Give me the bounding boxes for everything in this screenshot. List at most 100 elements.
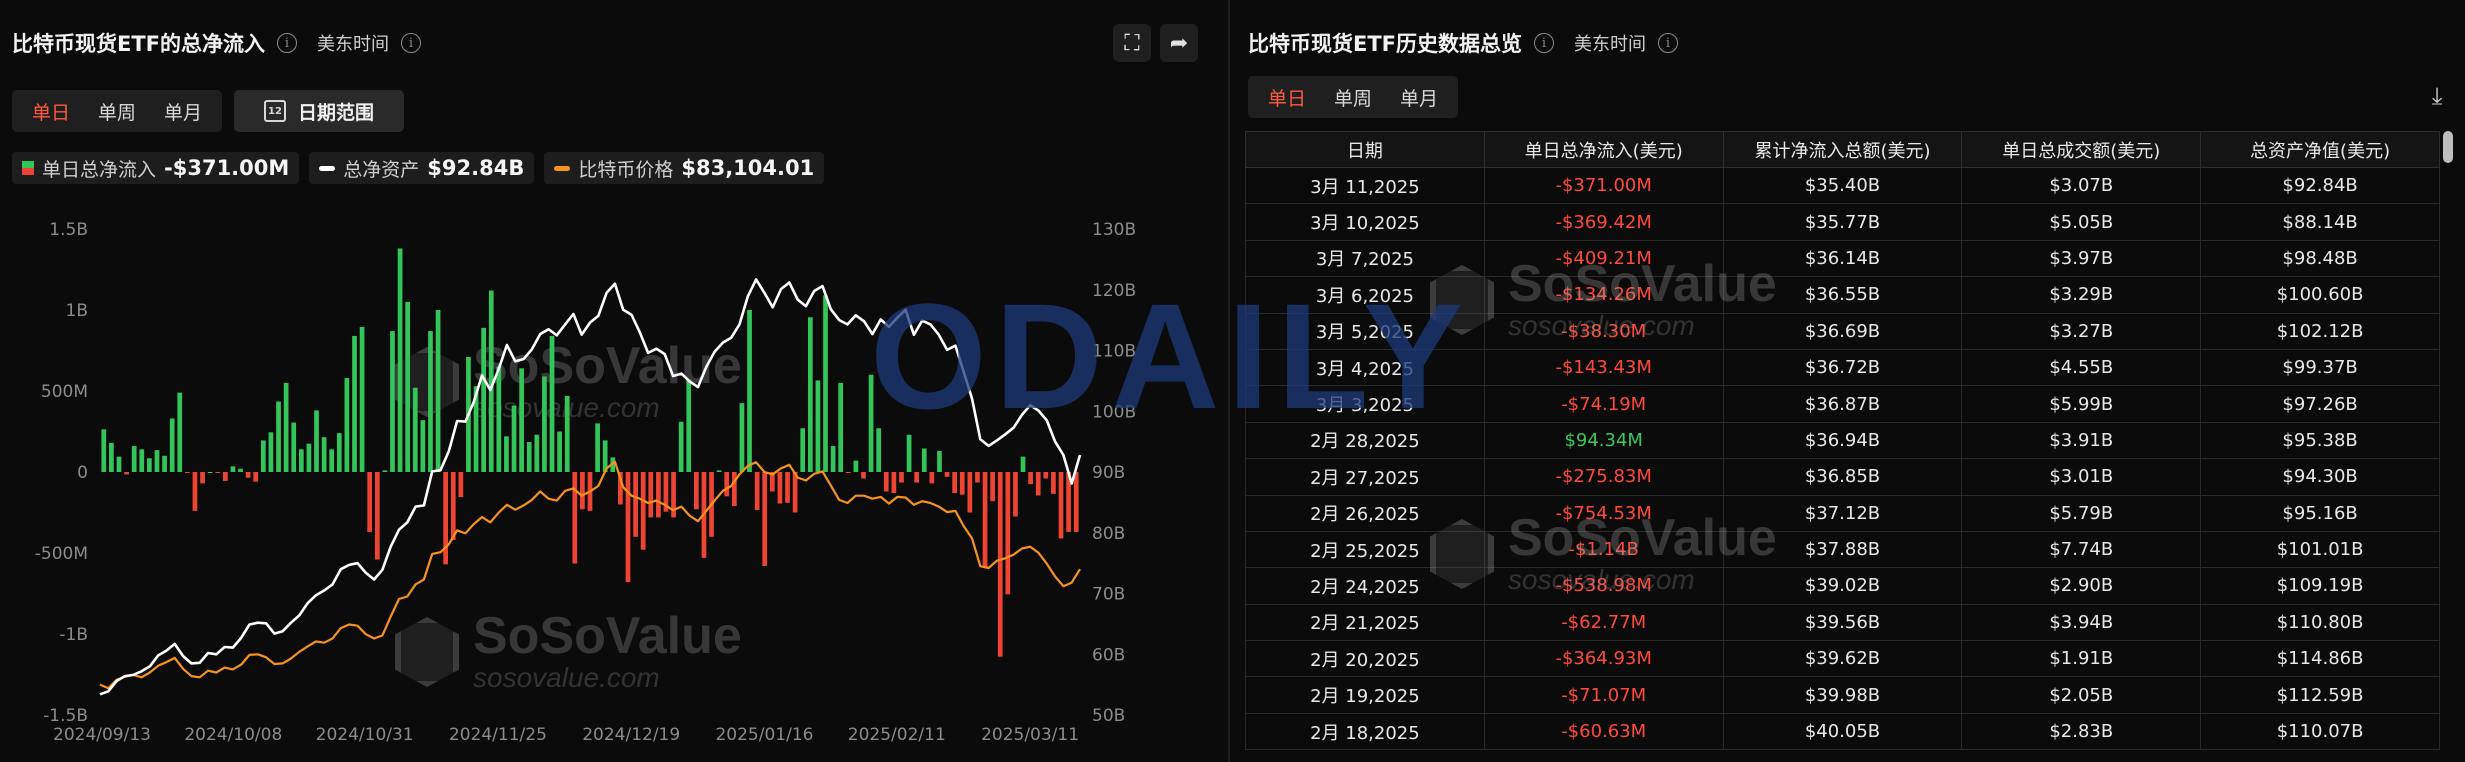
period-weekly[interactable]: 单周 [86, 98, 148, 125]
net-inflow-bar [450, 472, 456, 541]
legend-net-inflow[interactable]: 单日总净流入 -$371.00M [12, 152, 300, 184]
table-row[interactable]: 2月 27,2025 -$275.83M $36.85B $3.01B $94.30B [1245, 458, 2440, 496]
table-row[interactable]: 2月 18,2025 -$60.63M $40.05B $2.83B $110.07B [1245, 712, 2440, 751]
net-inflow-bar [359, 327, 365, 472]
table-title: 比特币现货ETF历史数据总览 [1248, 32, 1523, 56]
table-row[interactable]: 2月 28,2025 $94.34M $36.94B $3.91B $95.38B [1245, 421, 2440, 460]
period-monthly[interactable]: 单月 [152, 98, 214, 125]
table-cell: 2月 19,2025 [1245, 676, 1485, 714]
info-icon[interactable]: i [1534, 33, 1555, 53]
x-tick-label: 2024/12/19 [582, 725, 680, 745]
legend-label: 比特币价格 [578, 158, 674, 181]
inflow-swatch [22, 161, 34, 175]
period-daily[interactable]: 单日 [1256, 84, 1318, 111]
history-table: 日期 单日总净流入(美元) 累计净流入总额(美元) 单日总成交额(美元) 总资产净值(美… [1245, 131, 2440, 751]
period-daily[interactable]: 单日 [20, 98, 82, 125]
timezone-info-icon[interactable]: i [401, 33, 422, 53]
net-inflow-bar [1073, 472, 1079, 532]
y-right-tick-label: 120B [1092, 281, 1136, 301]
table-cell: $99.37B [2200, 348, 2440, 387]
net-inflow-bar [982, 472, 988, 568]
net-inflow-bar [967, 472, 973, 513]
y-left-tick-label: 0 [77, 463, 88, 483]
table-cell: $3.97B [1961, 239, 2202, 278]
table-row[interactable]: 3月 7,2025 -$409.21M $36.14B $3.97B $98.48B [1245, 239, 2440, 278]
table-row[interactable]: 2月 20,2025 -$364.93M $39.62B $1.91B $114.86B [1245, 640, 2440, 678]
net-inflow-bar [830, 446, 836, 472]
table-cell: $110.80B [2200, 603, 2440, 642]
net-inflow-bar [169, 418, 175, 472]
legend-net-assets[interactable]: 总净资产 $92.84B [309, 152, 535, 184]
net-inflow-bar [739, 403, 745, 472]
net-inflow-bar [1005, 472, 1011, 595]
table-row[interactable]: 3月 6,2025 -$134.26M $36.55B $3.29B $100.60B [1245, 276, 2440, 314]
net-inflow-bar [405, 301, 411, 472]
table-row[interactable]: 3月 11,2025 -$371.00M $35.40B $3.07B $92.84B [1245, 166, 2440, 205]
table-cell: 2月 27,2025 [1245, 458, 1485, 496]
net-inflow-bar [481, 327, 486, 472]
column-header[interactable]: 单日总净流入(美元) [1483, 131, 1724, 168]
column-header[interactable]: 日期 [1245, 131, 1485, 168]
column-header[interactable]: 总资产净值(美元) [2200, 131, 2440, 168]
net-inflow-bar [1058, 472, 1064, 539]
table-cell: $36.55B [1722, 276, 1963, 314]
share-icon[interactable]: ➦ [1160, 24, 1198, 62]
net-inflow-bar [329, 449, 335, 472]
net-inflow-bar [861, 472, 866, 479]
table-scrollbar[interactable] [2443, 131, 2453, 163]
net-inflow-bar [268, 432, 274, 472]
table-cell: 2月 25,2025 [1245, 530, 1485, 569]
net-inflow-bar [899, 472, 904, 483]
table-cell: $36.85B [1722, 458, 1963, 496]
table-cell: $3.29B [1961, 276, 2202, 314]
timezone-info-icon[interactable]: i [1658, 33, 1679, 53]
net-inflow-bar [914, 472, 920, 483]
table-cell: 2月 20,2025 [1245, 640, 1485, 678]
table-cell: 2月 24,2025 [1245, 567, 1485, 605]
info-icon[interactable]: i [277, 33, 298, 53]
table-row[interactable]: 2月 24,2025 -$538.98M $39.02B $2.90B $109.19B [1245, 567, 2440, 605]
legend-label: 单日总净流入 [42, 158, 157, 181]
table-row[interactable]: 3月 4,2025 -$143.43M $36.72B $4.55B $99.37B [1245, 348, 2440, 387]
table-cell: $39.62B [1722, 640, 1963, 678]
period-monthly[interactable]: 单月 [1388, 84, 1450, 111]
net-inflow-bar [747, 310, 752, 472]
table-cell: $2.83B [1961, 712, 2202, 751]
period-weekly[interactable]: 单周 [1322, 84, 1384, 111]
net-inflow-bar [321, 437, 327, 472]
legend-btc-price[interactable]: 比特币价格 $83,104.01 [544, 152, 825, 184]
table-cell: $3.27B [1961, 312, 2202, 350]
column-header[interactable]: 单日总成交额(美元) [1961, 131, 2202, 168]
table-cell: $4.55B [1961, 348, 2202, 387]
table-row[interactable]: 3月 3,2025 -$74.19M $36.87B $5.99B $97.26B [1245, 385, 2440, 423]
y-right-tick-label: 130B [1092, 220, 1136, 240]
net-inflow-bar [785, 472, 790, 503]
table-row[interactable]: 2月 25,2025 -$1.14B $37.88B $7.74B $101.01B [1245, 530, 2440, 569]
y-left-tick-label: 500M [41, 382, 88, 402]
table-row[interactable]: 3月 10,2025 -$369.42M $35.77B $5.05B $88.14B [1245, 203, 2440, 241]
table-row[interactable]: 3月 5,2025 -$38.30M $36.69B $3.27B $102.12B [1245, 312, 2440, 350]
history-table-panel: 比特币现货ETF历史数据总览 i 美东时间 i 单日 单周 单月 ⤓ 日期 单日总… [1230, 0, 2465, 762]
table-cell: 2月 21,2025 [1245, 603, 1485, 642]
column-header[interactable]: 累计净流入总额(美元) [1722, 131, 1963, 168]
table-cell: $5.99B [1961, 385, 2202, 423]
net-inflow-bar [238, 468, 243, 472]
net-inflow-bar [845, 472, 851, 473]
table-cell: $35.77B [1722, 203, 1963, 241]
net-inflow-bar [952, 472, 958, 494]
net-inflow-bar [762, 472, 768, 566]
table-cell: $101.01B [2200, 530, 2440, 569]
net-inflow-bar [1043, 472, 1049, 479]
table-cell: $2.90B [1961, 567, 2202, 605]
table-cell: $37.88B [1722, 530, 1963, 569]
fullscreen-icon[interactable]: ⛶ [1113, 24, 1151, 62]
download-icon[interactable]: ⤓ [2419, 78, 2455, 114]
table-cell: $3.07B [1961, 166, 2202, 205]
table-row[interactable]: 2月 21,2025 -$62.77M $39.56B $3.94B $110.80B [1245, 603, 2440, 642]
table-cell: 3月 3,2025 [1245, 385, 1485, 423]
date-range-button[interactable]: 12 日期范围 [234, 90, 404, 132]
table-row[interactable]: 2月 26,2025 -$754.53M $37.12B $5.79B $95.16B [1245, 494, 2440, 532]
table-row[interactable]: 2月 19,2025 -$71.07M $39.98B $2.05B $112.59B [1245, 676, 2440, 714]
net-inflow-bar [959, 472, 965, 495]
net-inflow-chart[interactable]: 1.5B 1B 500M 0 -500M -1B -1.5B 130B 120B 110B 100B… [0, 200, 1228, 762]
